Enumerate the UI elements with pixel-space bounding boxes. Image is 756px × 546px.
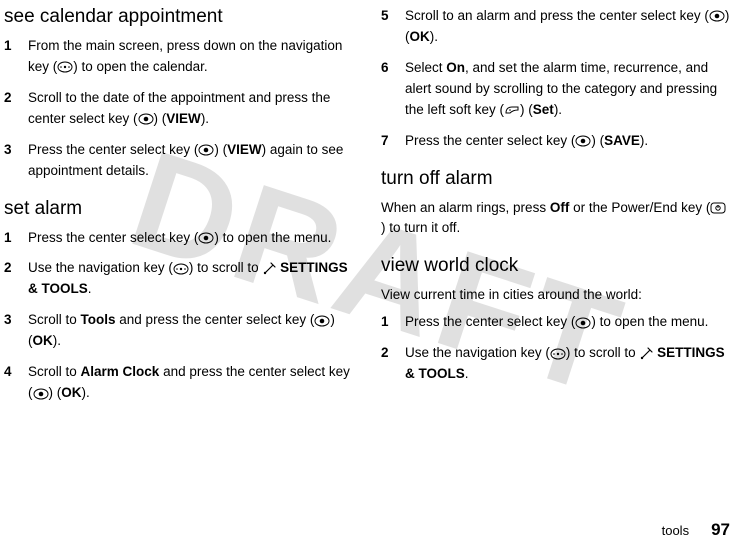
settings-tools-icon: [262, 262, 276, 276]
page-footer: tools 97: [662, 520, 730, 540]
center-select-key-icon: [575, 317, 591, 329]
page-content: see calendar appointment 1From the main …: [0, 0, 756, 414]
step-number: 3: [4, 140, 28, 182]
footer-section: tools: [662, 523, 689, 538]
step-text: Press the center select key () (VIEW) ag…: [28, 140, 353, 182]
heading-turn-off-alarm: turn off alarm: [381, 168, 730, 190]
left-column: see calendar appointment 1From the main …: [4, 6, 353, 414]
step-text: Scroll to an alarm and press the center …: [405, 6, 730, 48]
step-item: 2Use the navigation key () to scroll to …: [4, 258, 353, 300]
step-number: 2: [4, 258, 28, 300]
step-number: 3: [4, 310, 28, 352]
step-number: 1: [381, 312, 405, 333]
center-select-key-icon: [709, 10, 725, 22]
step-number: 1: [4, 228, 28, 249]
step-item: 5Scroll to an alarm and press the center…: [381, 6, 730, 48]
step-number: 5: [381, 6, 405, 48]
step-item: 1Press the center select key () to open …: [381, 312, 730, 333]
step-number: 7: [381, 131, 405, 152]
footer-page-number: 97: [711, 520, 730, 540]
center-select-key-icon: [138, 113, 154, 125]
left-soft-key-icon: [504, 104, 520, 116]
step-item: 3Press the center select key () (VIEW) a…: [4, 140, 353, 182]
center-select-key-icon: [198, 144, 214, 156]
center-select-key-icon: [575, 135, 591, 147]
nav-key-icon: [57, 61, 73, 73]
step-text: Scroll to Tools and press the center sel…: [28, 310, 353, 352]
step-text: Select On, and set the alarm time, recur…: [405, 58, 730, 121]
step-number: 4: [4, 362, 28, 404]
step-text: Press the center select key () (SAVE).: [405, 131, 730, 152]
step-text: Press the center select key () to open t…: [28, 228, 353, 249]
step-item: 3Scroll to Tools and press the center se…: [4, 310, 353, 352]
center-select-key-icon: [198, 232, 214, 244]
heading-set-alarm: set alarm: [4, 198, 353, 220]
power-end-key-icon: [710, 202, 726, 214]
step-item: 7Press the center select key () (SAVE).: [381, 131, 730, 152]
step-number: 1: [4, 36, 28, 78]
center-select-key-icon: [33, 388, 49, 400]
right-column: 5Scroll to an alarm and press the center…: [381, 6, 730, 414]
center-select-key-icon: [314, 315, 330, 327]
step-text: Use the navigation key () to scroll to S…: [28, 258, 353, 300]
nav-key-icon: [173, 263, 189, 275]
step-number: 2: [381, 343, 405, 385]
step-text: Use the navigation key () to scroll to S…: [405, 343, 730, 385]
step-item: 1From the main screen, press down on the…: [4, 36, 353, 78]
step-text: Scroll to Alarm Clock and press the cent…: [28, 362, 353, 404]
calendar-steps: 1From the main screen, press down on the…: [4, 36, 353, 182]
step-item: 1Press the center select key () to open …: [4, 228, 353, 249]
step-item: 2Use the navigation key () to scroll to …: [381, 343, 730, 385]
heading-see-calendar: see calendar appointment: [4, 6, 353, 28]
set-alarm-steps-cont: 5Scroll to an alarm and press the center…: [381, 6, 730, 152]
step-text: Scroll to the date of the appointment an…: [28, 88, 353, 130]
set-alarm-steps: 1Press the center select key () to open …: [4, 228, 353, 404]
turn-off-alarm-text: When an alarm rings, press Off or the Po…: [381, 198, 730, 240]
step-number: 6: [381, 58, 405, 121]
settings-tools-icon: [639, 347, 653, 361]
world-clock-intro: View current time in cities around the w…: [381, 285, 730, 306]
step-number: 2: [4, 88, 28, 130]
step-text: From the main screen, press down on the …: [28, 36, 353, 78]
step-item: 4Scroll to Alarm Clock and press the cen…: [4, 362, 353, 404]
step-item: 6Select On, and set the alarm time, recu…: [381, 58, 730, 121]
heading-world-clock: view world clock: [381, 255, 730, 277]
step-item: 2Scroll to the date of the appointment a…: [4, 88, 353, 130]
step-text: Press the center select key () to open t…: [405, 312, 730, 333]
nav-key-icon: [550, 348, 566, 360]
world-clock-steps: 1Press the center select key () to open …: [381, 312, 730, 385]
